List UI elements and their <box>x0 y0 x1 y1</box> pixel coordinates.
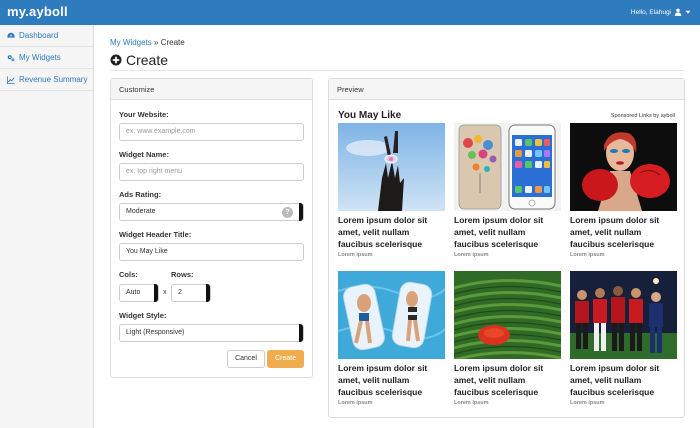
preview-panel: Preview You May Like Sponsored Links by … <box>328 78 685 418</box>
card-source: Lorem ipsum <box>454 400 489 406</box>
breadcrumb-link-my-widgets[interactable]: My Widgets <box>110 38 152 47</box>
header-title-input[interactable]: You May Like <box>119 243 304 261</box>
top-navbar: my.ayboll Hello, Elahugi <box>0 0 700 25</box>
sidebar-item-my-widgets[interactable]: My Widgets <box>0 47 93 69</box>
brand-logo[interactable]: my.ayboll <box>7 4 68 19</box>
cols-label: Cols: <box>119 270 138 279</box>
card-title: Lorem ipsum dolor sit amet, velit nullam… <box>338 363 428 397</box>
website-label: Your Website: <box>119 110 169 119</box>
cancel-button[interactable]: Cancel <box>227 350 265 368</box>
card-thumbnail <box>454 271 561 359</box>
preview-panel-heading: Preview <box>329 79 684 100</box>
widget-style-label: Widget Style: <box>119 311 167 320</box>
widget-card[interactable]: Lorem ipsum dolor sit amet, velit nullam… <box>454 123 561 258</box>
page-title-text: Create <box>126 52 169 68</box>
card-source: Lorem ipsum <box>338 252 373 258</box>
user-greeting: Hello, Elahugi <box>630 8 671 16</box>
card-title: Lorem ipsum dolor sit amet, velit nullam… <box>570 363 660 397</box>
widget-style-value: Light (Responsive) <box>126 329 185 336</box>
caret-down-icon <box>685 10 691 14</box>
cols-value: Auto <box>126 289 141 296</box>
ads-rating-label: Ads Rating: <box>119 190 162 199</box>
card-thumbnail <box>338 271 445 359</box>
customize-panel-heading: Customize <box>111 79 312 100</box>
sidebar: Dashboard My Widgets Revenue Summary <box>0 25 94 428</box>
card-thumbnail <box>338 123 445 211</box>
create-button[interactable]: Create <box>267 350 304 368</box>
card-title: Lorem ipsum dolor sit amet, velit nullam… <box>454 215 544 249</box>
widget-card[interactable]: Lorem ipsum dolor sit amet, velit nullam… <box>338 123 445 258</box>
breadcrumb-current: Create <box>160 38 185 47</box>
card-source: Lorem ipsum <box>570 252 605 258</box>
select-arrow <box>299 203 303 221</box>
ads-rating-select[interactable]: Moderate ? <box>119 203 304 221</box>
widget-style-select[interactable]: Light (Responsive) <box>119 324 304 342</box>
dashboard-icon <box>7 32 15 38</box>
sidebar-item-label: My Widgets <box>19 53 61 62</box>
widget-name-input[interactable]: ex. top right menu <box>119 163 304 181</box>
ads-rating-value: Moderate <box>126 208 156 215</box>
card-source: Lorem ipsum <box>570 400 605 406</box>
widget-header-title: You May Like <box>338 110 402 121</box>
sidebar-item-revenue-summary[interactable]: Revenue Summary <box>0 69 93 91</box>
select-arrow <box>299 324 303 342</box>
sidebar-item-label: Revenue Summary <box>19 75 88 84</box>
rows-label: Rows: <box>171 270 194 279</box>
widget-card[interactable]: Lorem ipsum dolor sit amet, velit nullam… <box>338 271 445 406</box>
select-arrow <box>206 284 210 302</box>
header-divider <box>110 70 685 71</box>
rows-select[interactable]: 2 <box>171 284 211 302</box>
times-separator: x <box>163 289 167 296</box>
customize-panel: Customize Your Website: ex. www.example.… <box>110 78 313 378</box>
card-thumbnail <box>570 271 677 359</box>
website-input[interactable]: ex. www.example.com <box>119 123 304 141</box>
select-arrow <box>154 284 158 302</box>
header-title-label: Widget Header Title: <box>119 230 192 239</box>
breadcrumb-separator: » <box>151 38 161 47</box>
card-title: Lorem ipsum dolor sit amet, velit nullam… <box>338 215 428 249</box>
card-source: Lorem ipsum <box>454 252 489 258</box>
widget-name-label: Widget Name: <box>119 150 169 159</box>
cols-select[interactable]: Auto <box>119 284 159 302</box>
card-thumbnail <box>454 123 561 211</box>
widget-card[interactable]: Lorem ipsum dolor sit amet, velit nullam… <box>570 123 677 258</box>
plus-circle-icon <box>110 54 122 66</box>
page-title: Create <box>110 52 168 68</box>
gears-icon <box>7 54 15 61</box>
rows-value: 2 <box>178 289 182 296</box>
card-title: Lorem ipsum dolor sit amet, velit nullam… <box>570 215 660 249</box>
widget-card[interactable]: Lorem ipsum dolor sit amet, velit nullam… <box>570 271 677 406</box>
sidebar-item-dashboard[interactable]: Dashboard <box>0 25 93 47</box>
card-source: Lorem ipsum <box>338 400 373 406</box>
user-menu[interactable]: Hello, Elahugi <box>631 8 691 16</box>
card-title: Lorem ipsum dolor sit amet, velit nullam… <box>454 363 544 397</box>
widget-card[interactable]: Lorem ipsum dolor sit amet, velit nullam… <box>454 271 561 406</box>
breadcrumb: My Widgets » Create <box>110 38 185 47</box>
help-icon[interactable]: ? <box>282 207 293 218</box>
card-thumbnail <box>570 123 677 211</box>
line-chart-icon <box>7 75 15 84</box>
user-icon <box>674 8 682 16</box>
sponsored-link[interactable]: Sponsored Links by ayboll <box>611 113 675 119</box>
sidebar-item-label: Dashboard <box>19 31 59 40</box>
